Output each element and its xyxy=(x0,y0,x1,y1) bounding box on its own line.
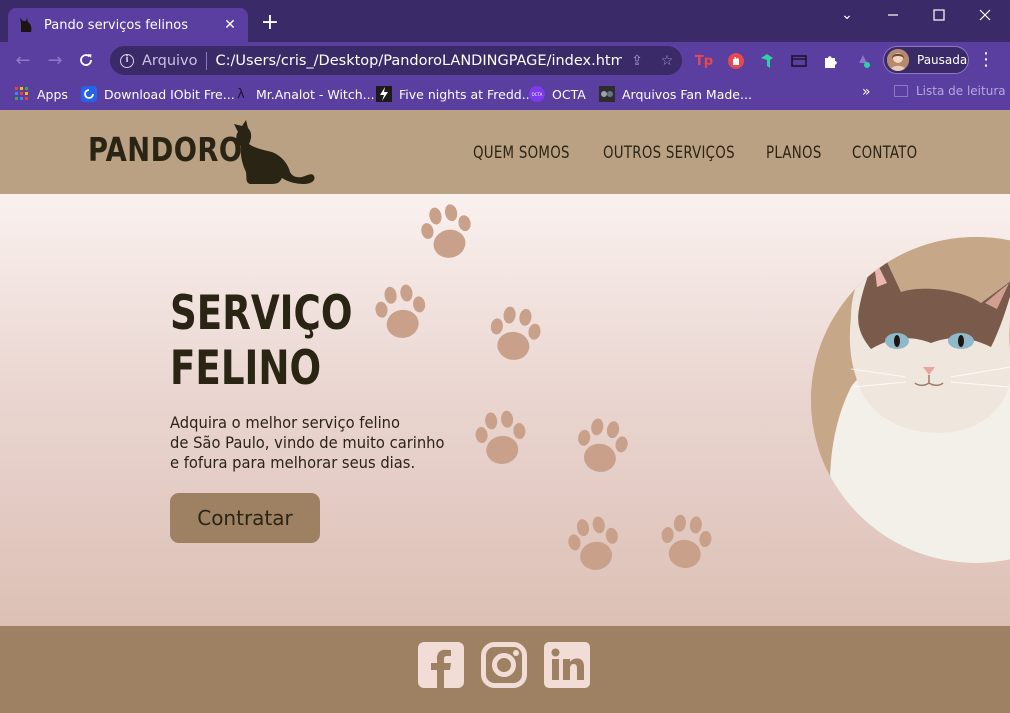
paw-print-icon xyxy=(578,418,628,472)
close-window-button[interactable] xyxy=(962,4,1008,26)
bookmark-label: Arquivos Fan Made... xyxy=(622,86,752,102)
hero-title-line: SERVIÇO xyxy=(170,286,353,341)
logo-text[interactable]: PANDORO xyxy=(88,130,243,169)
browser-tab[interactable]: Pando serviços felinos ✕ xyxy=(8,8,248,42)
cat-silhouette-icon xyxy=(234,120,315,184)
page-viewport: PANDORO QUEM SOMOS OUTROS SERVIÇOS PLANO… xyxy=(0,110,1010,713)
hero-title-line: FELINO xyxy=(170,341,322,396)
reading-list-button[interactable]: Lista de leitura xyxy=(894,84,1006,98)
linkedin-icon[interactable] xyxy=(544,642,590,688)
contratar-button[interactable]: Contratar xyxy=(170,493,320,543)
bookmark-star-icon[interactable]: ☆ xyxy=(652,53,682,69)
bookmark-label: OCTA xyxy=(552,86,586,102)
tab-title: Pando serviços felinos xyxy=(44,17,188,33)
site-footer xyxy=(0,626,1010,713)
cat-favicon-icon xyxy=(20,18,32,32)
minimize-button[interactable] xyxy=(870,4,916,26)
nav-contato[interactable]: CONTATO xyxy=(852,143,917,162)
paw-print-icon xyxy=(568,516,618,570)
browser-titlebar: Pando serviços felinos ✕ + ⌄ xyxy=(0,0,1010,42)
new-tab-button[interactable]: + xyxy=(258,12,282,36)
forward-arrow-icon[interactable]: → xyxy=(42,48,68,72)
browser-toolbar: ← → i Arquivo C:/Users/cris_/Desktop/Pan… xyxy=(0,42,1010,78)
cat-photo xyxy=(811,237,1010,563)
bookmark-octa[interactable]: OCTA OCTA xyxy=(529,84,586,104)
tab-close-icon[interactable]: ✕ xyxy=(222,17,238,33)
paw-print-icon xyxy=(475,410,526,464)
bookmark-label: Apps xyxy=(37,86,68,102)
reading-list-icon xyxy=(894,85,908,97)
extension-user-icon[interactable] xyxy=(853,51,873,71)
bookmark-apps[interactable]: Apps xyxy=(14,84,68,104)
paw-print-icon xyxy=(661,514,712,568)
hero-description: Adquira o melhor serviço felino de São P… xyxy=(170,413,446,473)
hero-description-line: Adquira o melhor serviço felino xyxy=(170,413,401,432)
nav-planos[interactable]: PLANOS xyxy=(766,143,822,162)
site-header: PANDORO QUEM SOMOS OUTROS SERVIÇOS PLANO… xyxy=(0,110,1010,194)
extension-window-icon[interactable] xyxy=(789,51,809,71)
bookmark-label: Five nights at Fredd... xyxy=(399,86,534,102)
bookmark-iobit[interactable]: Download IObit Fre... xyxy=(81,84,235,104)
lambda-icon: λ xyxy=(237,86,245,102)
hero-description-line: e fofura para melhorar seus dias. xyxy=(170,453,416,472)
bookmark-mranalot[interactable]: λ Mr.Analot - Witch... xyxy=(233,84,375,104)
address-bar[interactable]: i Arquivo C:/Users/cris_/Desktop/Pandoro… xyxy=(110,46,682,75)
facebook-icon[interactable] xyxy=(418,642,464,688)
bookmark-fanmade[interactable]: Arquivos Fan Made... xyxy=(599,84,752,104)
instagram-icon[interactable] xyxy=(481,642,527,688)
tab-search-icon[interactable]: ⌄ xyxy=(824,4,870,26)
paw-print-icon xyxy=(375,284,426,338)
bookmark-label: Download IObit Fre... xyxy=(104,86,235,102)
share-icon[interactable]: ⇪ xyxy=(622,53,652,69)
extension-tp-icon[interactable]: Tp xyxy=(694,51,714,71)
nav-outros-servicos[interactable]: OUTROS SERVIÇOS xyxy=(603,143,735,162)
nav-quem-somos[interactable]: QUEM SOMOS xyxy=(473,143,570,162)
extension-leaf-icon[interactable] xyxy=(757,51,777,71)
info-icon[interactable]: i xyxy=(120,53,134,68)
paw-print-icon xyxy=(421,204,471,258)
iobit-icon xyxy=(81,86,97,102)
reading-list-label: Lista de leitura xyxy=(916,84,1006,98)
fan-icon xyxy=(599,86,615,102)
bookmark-label: Mr.Analot - Witch... xyxy=(256,86,375,102)
profile-button[interactable]: Pausada xyxy=(883,46,969,74)
hero-section: SERVIÇO FELINO Adquira o melhor serviço … xyxy=(0,194,1010,626)
hero-title: SERVIÇO FELINO xyxy=(170,286,352,396)
hero-description-line: de São Paulo, vindo de muito carinho xyxy=(170,433,445,452)
browser-menu-icon[interactable]: ⋮ xyxy=(976,50,996,72)
paw-print-icon xyxy=(490,306,541,360)
profile-status: Pausada xyxy=(917,53,968,67)
svg-text:OCTA: OCTA xyxy=(532,92,543,97)
extensions-puzzle-icon[interactable] xyxy=(821,51,841,71)
extension-adblock-icon[interactable] xyxy=(726,51,746,71)
octa-icon: OCTA xyxy=(529,86,545,102)
maximize-button[interactable] xyxy=(916,4,962,26)
bolt-icon xyxy=(376,86,392,102)
bookmark-fnaf[interactable]: Five nights at Fredd... xyxy=(376,84,534,104)
avatar xyxy=(887,49,909,71)
bookmarks-bar: Apps Download IObit Fre... λ Mr.Analot -… xyxy=(0,78,1010,110)
omnibox-separator xyxy=(205,51,207,70)
back-arrow-icon[interactable]: ← xyxy=(10,48,36,72)
bookmarks-overflow-icon[interactable]: » xyxy=(862,84,871,100)
url-text[interactable]: C:/Users/cris_/Desktop/PandoroLANDINGPAG… xyxy=(216,53,622,69)
reload-icon[interactable] xyxy=(73,48,99,72)
file-scheme-label: Arquivo xyxy=(142,52,198,69)
apps-grid-icon xyxy=(14,86,30,102)
